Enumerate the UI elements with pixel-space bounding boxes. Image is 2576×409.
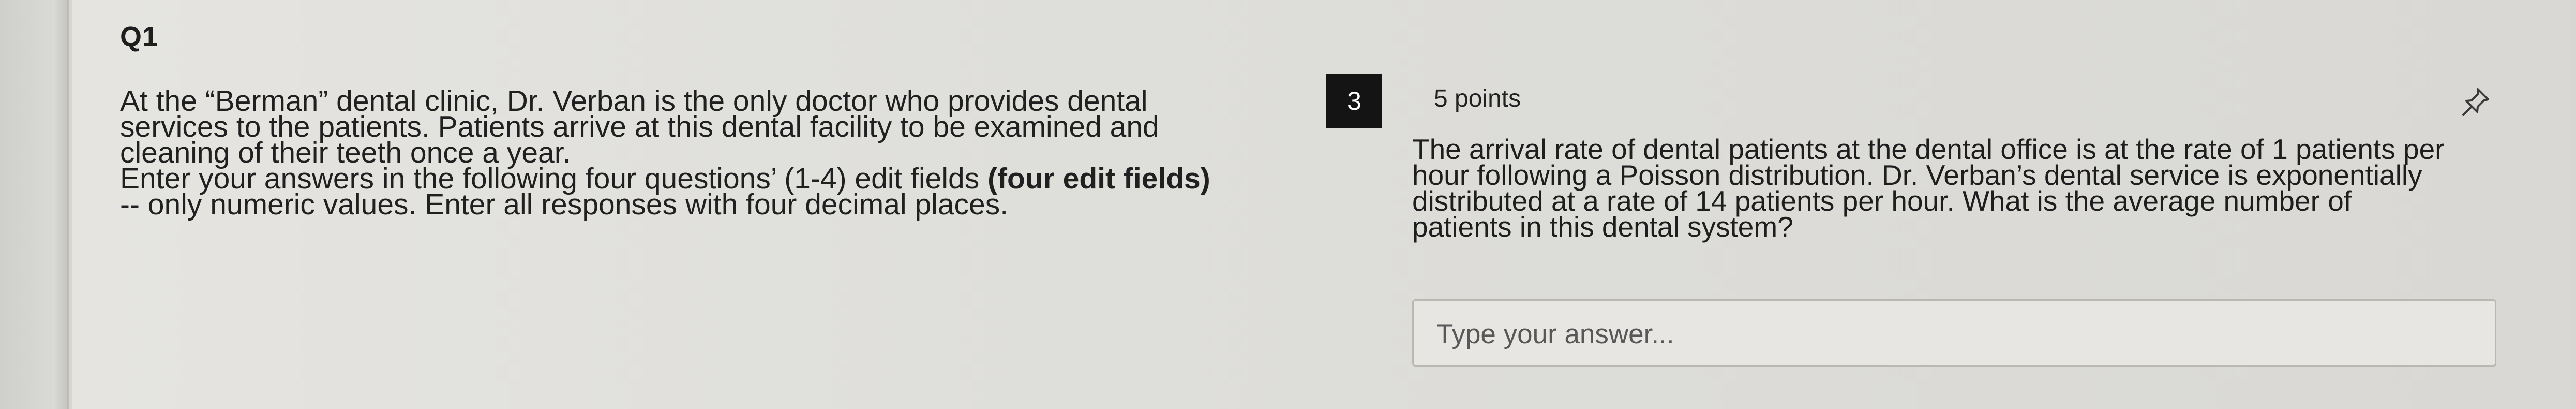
- question-text-line: The arrival rate of dental patients at t…: [1412, 133, 2445, 165]
- question-group-title: Q1: [120, 21, 159, 52]
- pin-icon[interactable]: [2455, 84, 2496, 120]
- question-text: The arrival rate of dental patients at t…: [1412, 133, 2519, 243]
- question-points: 5 points: [1434, 85, 1521, 112]
- left-margin-strip: [0, 0, 69, 409]
- intro-line: -- only numeric values. Enter all respon…: [120, 188, 1009, 221]
- question-group-intro: At the “Berman” dental clinic, Dr. Verba…: [120, 86, 1336, 221]
- question-text-line: hour following a Poisson distribution. D…: [1412, 159, 2422, 191]
- answer-field-container: [1412, 299, 2496, 367]
- question-text-line: distributed at a rate of 14 patients per…: [1412, 185, 2352, 217]
- question-number-badge: 3: [1326, 74, 1382, 128]
- question-text-line: patients in this dental system?: [1412, 211, 1793, 243]
- intro-line-emphasis: (four edit fields): [987, 162, 1210, 195]
- answer-input[interactable]: [1435, 313, 2420, 355]
